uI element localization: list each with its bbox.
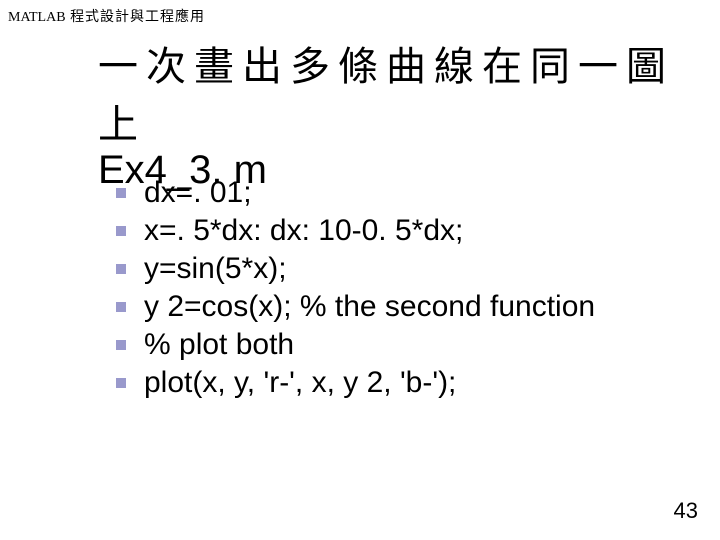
list-item: y=sin(5*x);: [116, 252, 595, 286]
bullet-icon: [116, 302, 126, 312]
list-item: y 2=cos(x); % the second function: [116, 290, 595, 324]
list-item: dx=. 01;: [116, 176, 595, 210]
header-brand: MATLAB: [8, 10, 66, 25]
list-item: x=. 5*dx: dx: 10-0. 5*dx;: [116, 214, 595, 248]
header-subtitle: 程式設計與工程應用: [70, 10, 205, 25]
bullet-icon: [116, 378, 126, 388]
code-list: dx=. 01; x=. 5*dx: dx: 10-0. 5*dx; y=sin…: [116, 176, 595, 404]
bullet-icon: [116, 264, 126, 274]
code-text: y 2=cos(x); % the second function: [144, 290, 595, 324]
list-item: % plot both: [116, 328, 595, 362]
slide-header: MATLAB 程式設計與工程應用: [8, 6, 205, 26]
bullet-icon: [116, 226, 126, 236]
title-zh: 一次畫出多條曲線在同一圖上: [98, 34, 720, 150]
list-item: plot(x, y, 'r-', x, y 2, 'b-');: [116, 366, 595, 400]
bullet-icon: [116, 188, 126, 198]
code-text: x=. 5*dx: dx: 10-0. 5*dx;: [144, 214, 463, 248]
code-text: y=sin(5*x);: [144, 252, 287, 286]
code-text: % plot both: [144, 328, 294, 362]
page-number: 43: [674, 498, 698, 524]
code-text: dx=. 01;: [144, 176, 252, 210]
code-text: plot(x, y, 'r-', x, y 2, 'b-');: [144, 366, 456, 400]
bullet-icon: [116, 340, 126, 350]
title-block: 一次畫出多條曲線在同一圖上 Ex4_3. m: [98, 34, 720, 193]
